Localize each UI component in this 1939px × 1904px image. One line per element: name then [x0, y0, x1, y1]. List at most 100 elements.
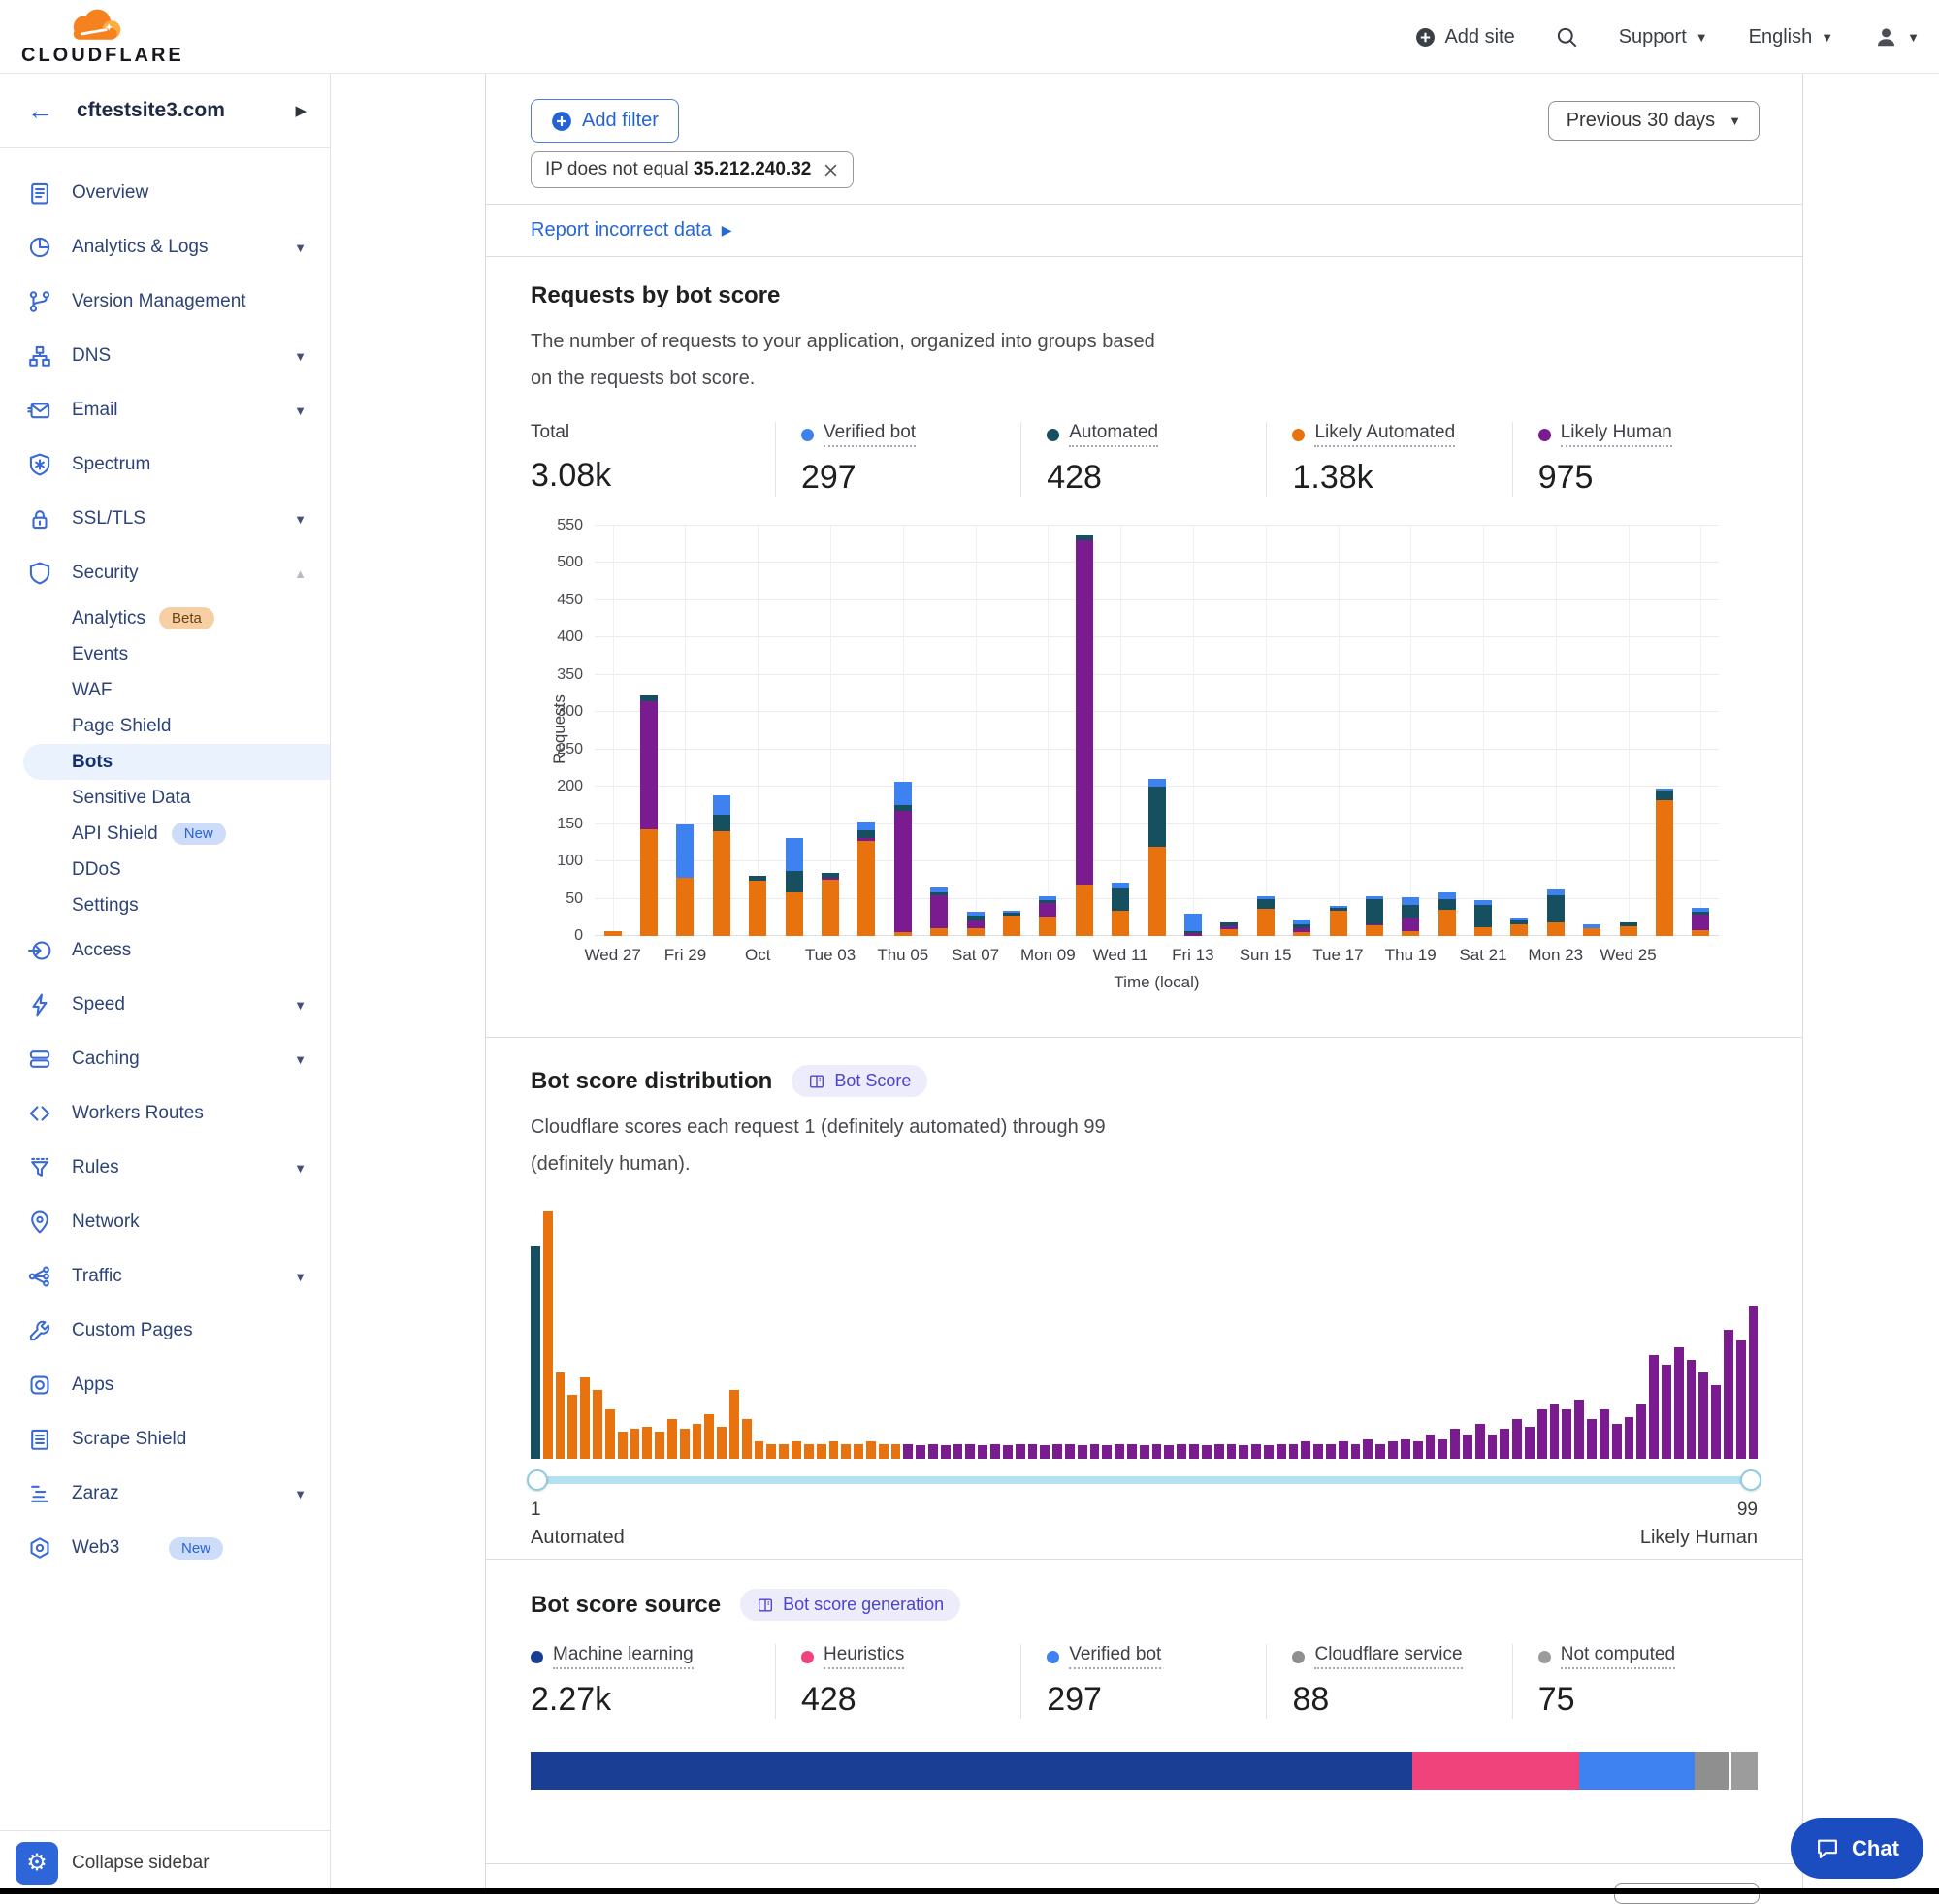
stacked-bar[interactable]: [1112, 883, 1129, 936]
stat-label[interactable]: Verified bot: [1069, 1644, 1161, 1669]
bot-score-badge[interactable]: Bot Score: [792, 1065, 927, 1097]
stat-label[interactable]: Heuristics: [824, 1644, 904, 1669]
histogram-bar[interactable]: [755, 1441, 764, 1459]
histogram-bar[interactable]: [792, 1441, 801, 1459]
histogram-bar[interactable]: [1388, 1441, 1398, 1459]
sidebar-item-api-shield[interactable]: API ShieldNew: [0, 816, 330, 852]
bar-slot[interactable]: [1393, 526, 1429, 936]
slider-handle-min[interactable]: [527, 1469, 548, 1491]
bar-slot[interactable]: [1356, 526, 1392, 936]
stacked-bar[interactable]: [604, 931, 622, 936]
histogram-bar[interactable]: [1525, 1427, 1535, 1459]
stat-label[interactable]: Verified bot: [824, 422, 916, 447]
histogram-bar[interactable]: [953, 1444, 963, 1459]
stacked-bar[interactable]: [822, 873, 839, 936]
histogram-bar[interactable]: [891, 1444, 901, 1459]
histogram-bar[interactable]: [1289, 1444, 1299, 1459]
account-menu[interactable]: ▼: [1874, 25, 1920, 49]
histogram-bar[interactable]: [978, 1445, 987, 1459]
slider-handle-max[interactable]: [1740, 1469, 1761, 1491]
stacked-bar[interactable]: [749, 876, 766, 936]
sidebar-item-network[interactable]: Network: [0, 1195, 330, 1249]
histogram-bar[interactable]: [605, 1409, 615, 1459]
histogram-bar[interactable]: [1264, 1445, 1274, 1459]
histogram-bar[interactable]: [1662, 1365, 1671, 1459]
bar-slot[interactable]: [595, 526, 630, 936]
chart-plot-area[interactable]: 050100150200250300350400450500550: [595, 526, 1719, 936]
histogram-bar[interactable]: [1375, 1444, 1385, 1459]
histogram-bar[interactable]: [1587, 1419, 1597, 1459]
histogram-bar[interactable]: [928, 1444, 938, 1459]
stat-label[interactable]: Cloudflare service: [1314, 1644, 1462, 1669]
bar-slot[interactable]: [1574, 526, 1610, 936]
stacked-bar[interactable]: [1547, 889, 1565, 936]
stacked-bar[interactable]: [1656, 789, 1673, 936]
sidebar-item-speed[interactable]: Speed▼: [0, 978, 330, 1032]
sidebar-item-ddos[interactable]: DDoS: [0, 852, 330, 887]
sidebar-item-waf[interactable]: WAF: [0, 672, 330, 708]
histogram-bar[interactable]: [556, 1372, 566, 1459]
sidebar-item-page-shield[interactable]: Page Shield: [0, 708, 330, 744]
sidebar-item-events[interactable]: Events: [0, 636, 330, 672]
histogram-bar[interactable]: [1016, 1444, 1025, 1459]
histogram-bar[interactable]: [667, 1419, 677, 1459]
sidebar-item-bots[interactable]: Bots: [23, 744, 330, 780]
sidebar-item-email[interactable]: Email▼: [0, 383, 330, 437]
sidebar-item-analytics[interactable]: AnalyticsBeta: [0, 600, 330, 636]
stacked-bar[interactable]: [930, 887, 948, 936]
histogram-bar[interactable]: [1214, 1444, 1224, 1459]
histogram-bar[interactable]: [779, 1444, 789, 1459]
bar-slot[interactable]: [1610, 526, 1646, 936]
histogram-bar[interactable]: [1649, 1355, 1659, 1459]
stacked-bar[interactable]: [676, 824, 694, 936]
stat-label[interactable]: Likely Human: [1561, 422, 1672, 447]
histogram-bar[interactable]: [1351, 1444, 1361, 1459]
stat-label[interactable]: Not computed: [1561, 1644, 1675, 1669]
histogram-bar[interactable]: [916, 1445, 925, 1459]
histogram-bar[interactable]: [680, 1429, 690, 1459]
bar-slot[interactable]: [885, 526, 921, 936]
sidebar-item-spectrum[interactable]: Spectrum: [0, 437, 330, 492]
bar-slot[interactable]: [1066, 526, 1102, 936]
histogram-bar[interactable]: [1152, 1444, 1162, 1459]
stacked-bar[interactable]: [1148, 779, 1166, 936]
sidebar-item-security[interactable]: Security▲: [0, 546, 330, 600]
source-stacked-bar[interactable]: [531, 1752, 1758, 1790]
stacked-bar[interactable]: [857, 822, 875, 936]
report-incorrect-data-link[interactable]: Report incorrect data▶: [531, 219, 732, 242]
stacked-bar[interactable]: [786, 838, 803, 936]
bar-slot[interactable]: [993, 526, 1029, 936]
sidebar-item-apps[interactable]: Apps: [0, 1358, 330, 1412]
sidebar-item-custom-pages[interactable]: Custom Pages: [0, 1304, 330, 1358]
bar-slot[interactable]: [1102, 526, 1138, 936]
histogram-bar[interactable]: [1698, 1372, 1708, 1459]
histogram-bar[interactable]: [1512, 1419, 1522, 1459]
histogram-bar[interactable]: [990, 1444, 1000, 1459]
stacked-bar[interactable]: [1330, 906, 1347, 937]
stacked-bar[interactable]: [1220, 922, 1238, 936]
histogram-bar[interactable]: [1475, 1424, 1485, 1459]
sidebar-item-access[interactable]: Access: [0, 923, 330, 978]
histogram-bar[interactable]: [1724, 1330, 1733, 1459]
histogram-bar[interactable]: [1127, 1444, 1137, 1459]
stacked-bar[interactable]: [713, 795, 730, 936]
bar-slot[interactable]: [667, 526, 703, 936]
histogram-bar[interactable]: [1463, 1435, 1472, 1460]
bar-slot[interactable]: [1646, 526, 1682, 936]
stacked-bar[interactable]: [1076, 535, 1093, 936]
histogram-bar[interactable]: [1227, 1444, 1237, 1459]
histogram-bar[interactable]: [1277, 1444, 1286, 1459]
histogram-bar[interactable]: [1500, 1429, 1509, 1459]
histogram-bar[interactable]: [630, 1429, 640, 1459]
histogram-bar[interactable]: [642, 1427, 652, 1459]
histogram-bar[interactable]: [1600, 1409, 1609, 1459]
stacked-bar[interactable]: [1438, 892, 1456, 936]
sidebar-item-settings[interactable]: Settings: [0, 887, 330, 923]
search-button[interactable]: [1556, 26, 1578, 48]
histogram-bar[interactable]: [1413, 1441, 1423, 1459]
histogram-bar[interactable]: [1313, 1444, 1323, 1459]
sidebar-item-traffic[interactable]: Traffic▼: [0, 1249, 330, 1304]
histogram-bar[interactable]: [1239, 1445, 1248, 1459]
stat-label[interactable]: Likely Automated: [1314, 422, 1455, 447]
sidebar-item-workers-routes[interactable]: Workers Routes: [0, 1086, 330, 1141]
